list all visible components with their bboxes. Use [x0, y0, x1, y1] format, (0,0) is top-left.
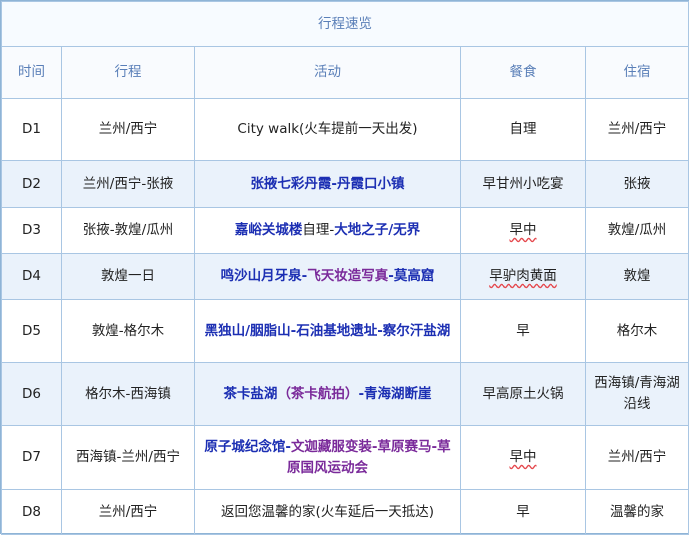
activity-cell: 原子城纪念馆-文迦藏服变装-草原赛马-草原国风运动会 — [194, 425, 461, 490]
stay-cell: 兰州/西宁 — [584, 425, 689, 490]
activity-cell: 张掖七彩丹霞-丹霞口小镇 — [194, 160, 461, 208]
activity-part: -青海湖断崖 — [358, 385, 432, 402]
day-cell: D4 — [1, 253, 62, 300]
route-cell: 张掖-敦煌/瓜州 — [61, 207, 195, 254]
activity-cell: 鸣沙山月牙泉-飞天妆造写真-莫高窟 — [194, 253, 461, 300]
itinerary-table: 行程速览 时间 行程 活动 餐食 住宿 D1 兰州/西宁 City walk(火… — [0, 1, 689, 535]
activity-part: -莫高窟 — [388, 268, 435, 284]
meals-cell: 自理 — [460, 98, 586, 161]
activity-part: 鸣沙山月牙泉- — [220, 268, 308, 284]
activity-cell: 返回您温馨的家(火车延后一天抵达) — [194, 489, 461, 535]
meals-text: 早驴肉黄面 — [489, 268, 557, 284]
day-cell: D1 — [1, 98, 62, 161]
route-cell: 兰州/西宁-张掖 — [61, 160, 195, 208]
day-cell: D2 — [1, 160, 62, 208]
table-row: D4 敦煌一日 鸣沙山月牙泉-飞天妆造写真-莫高窟 早驴肉黄面 敦煌 — [1, 253, 689, 300]
meals-cell: 早 — [460, 489, 586, 535]
table-title: 行程速览 — [0, 1, 689, 47]
activity-cell: 嘉峪关城楼自理-大地之子/无界 — [194, 207, 461, 254]
route-cell: 敦煌-格尔木 — [61, 299, 195, 363]
route-cell: 格尔木-西海镇 — [61, 362, 195, 426]
header-stay: 住宿 — [584, 46, 689, 99]
meals-cell: 早中 — [460, 425, 586, 490]
route-cell: 兰州/西宁 — [61, 489, 195, 535]
table-row: D8 兰州/西宁 返回您温馨的家(火车延后一天抵达) 早 温馨的家 — [1, 489, 689, 535]
table-row: D7 西海镇-兰州/西宁 原子城纪念馆-文迦藏服变装-草原赛马-草原国风运动会 … — [1, 425, 689, 490]
activity-part: 原子城纪念馆- — [204, 438, 291, 455]
table-header-row: 时间 行程 活动 餐食 住宿 — [1, 46, 689, 99]
header-route: 行程 — [61, 46, 195, 99]
header-activity: 活动 — [194, 46, 461, 99]
day-cell: D3 — [1, 207, 62, 254]
itinerary-table-container: 行程速览 时间 行程 活动 餐食 住宿 D1 兰州/西宁 City walk(火… — [0, 0, 689, 535]
table-row: D3 张掖-敦煌/瓜州 嘉峪关城楼自理-大地之子/无界 早中 敦煌/瓜州 — [1, 207, 689, 254]
header-time: 时间 — [1, 46, 62, 99]
activity-cell: City walk(火车提前一天出发) — [194, 98, 461, 161]
route-cell: 兰州/西宁 — [61, 98, 195, 161]
stay-cell: 兰州/西宁 — [584, 98, 689, 161]
table-title-row: 行程速览 — [0, 1, 689, 47]
meals-text: 早中 — [509, 222, 537, 238]
activity-part: （茶卡航拍） — [277, 385, 359, 402]
route-cell: 西海镇-兰州/西宁 — [61, 425, 195, 490]
stay-cell: 张掖 — [584, 160, 689, 208]
stay-cell: 敦煌 — [584, 253, 689, 300]
meals-cell: 早驴肉黄面 — [460, 253, 586, 300]
table-row: D6 格尔木-西海镇 茶卡盐湖（茶卡航拍）-青海湖断崖 早高原土火锅 西海镇/青… — [1, 362, 689, 426]
meals-cell: 早中 — [460, 207, 586, 254]
meals-cell: 早甘州小吃宴 — [460, 160, 586, 208]
activity-part: 茶卡盐湖 — [223, 385, 278, 402]
route-cell: 敦煌一日 — [61, 253, 195, 300]
activity-part: 文迦藏服变装-草原赛马-草原国风运动会 — [287, 438, 451, 476]
activity-part: 自理- — [302, 222, 335, 238]
stay-cell: 温馨的家 — [584, 489, 689, 535]
meals-cell: 早高原土火锅 — [460, 362, 586, 426]
header-meals: 餐食 — [460, 46, 586, 99]
stay-cell: 格尔木 — [584, 299, 689, 363]
stay-cell: 敦煌/瓜州 — [584, 207, 689, 254]
activity-cell: 茶卡盐湖（茶卡航拍）-青海湖断崖 — [194, 362, 461, 426]
day-cell: D8 — [1, 489, 62, 535]
meals-cell: 早 — [460, 299, 586, 363]
day-cell: D7 — [1, 425, 62, 490]
activity-part: 大地之子/无界 — [334, 222, 421, 238]
day-cell: D6 — [1, 362, 62, 426]
activity-cell: 黑独山/胭脂山-石油基地遗址-察尔汗盐湖 — [194, 299, 461, 363]
table-row: D2 兰州/西宁-张掖 张掖七彩丹霞-丹霞口小镇 早甘州小吃宴 张掖 — [1, 160, 689, 208]
activity-part: 飞天妆造写真 — [307, 268, 389, 284]
meals-text: 早中 — [509, 449, 537, 465]
day-cell: D5 — [1, 299, 62, 363]
stay-cell: 西海镇/青海湖沿线 — [584, 362, 689, 426]
table-row: D1 兰州/西宁 City walk(火车提前一天出发) 自理 兰州/西宁 — [1, 98, 689, 161]
activity-part: 嘉峪关城楼 — [234, 222, 303, 238]
table-row: D5 敦煌-格尔木 黑独山/胭脂山-石油基地遗址-察尔汗盐湖 早 格尔木 — [1, 299, 689, 363]
